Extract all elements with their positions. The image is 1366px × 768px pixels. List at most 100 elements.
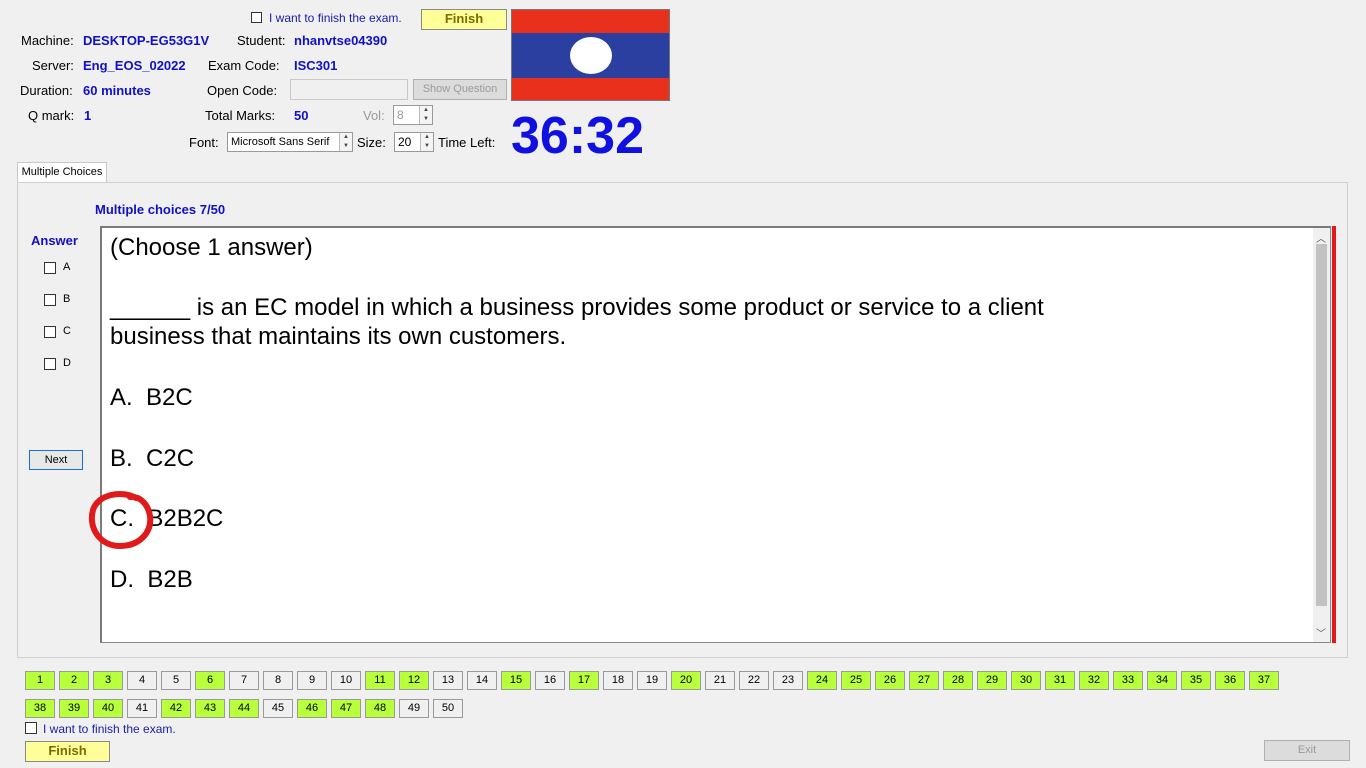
question-nav-button[interactable]: 30 <box>1011 671 1041 690</box>
question-nav-button[interactable]: 45 <box>263 699 293 718</box>
question-nav-button[interactable]: 44 <box>229 699 259 718</box>
question-nav-button[interactable]: 11 <box>365 671 395 690</box>
question-nav-button[interactable]: 29 <box>977 671 1007 690</box>
size-stepper[interactable]: 20 ▲ ▼ <box>394 132 434 152</box>
font-selector[interactable]: Microsoft Sans Serif ▲ ▼ <box>227 132 353 152</box>
vol-stepper[interactable]: 8 ▲ ▼ <box>393 105 433 125</box>
tab-multiple-choices[interactable]: Multiple Choices <box>17 162 107 183</box>
font-value: Microsoft Sans Serif <box>231 136 330 148</box>
question-nav-button[interactable]: 40 <box>93 699 123 718</box>
question-nav-button[interactable]: 48 <box>365 699 395 718</box>
question-nav-button[interactable]: 25 <box>841 671 871 690</box>
spinner-arrows-icon[interactable]: ▲ ▼ <box>420 133 433 151</box>
question-nav-button[interactable]: 26 <box>875 671 905 690</box>
question-nav-button[interactable]: 23 <box>773 671 803 690</box>
show-question-button[interactable]: Show Question <box>413 79 507 100</box>
question-nav-button[interactable]: 50 <box>433 699 463 718</box>
option-a-text: B2C <box>146 384 193 411</box>
question-nav-button[interactable]: 31 <box>1045 671 1075 690</box>
size-value: 20 <box>398 135 412 149</box>
spinner-arrows-icon[interactable]: ▲ ▼ <box>339 133 352 151</box>
question-nav-button[interactable]: 2 <box>59 671 89 690</box>
question-nav-button[interactable]: 43 <box>195 699 225 718</box>
size-label: Size: <box>357 135 386 150</box>
exit-button[interactable]: Exit <box>1264 740 1350 761</box>
next-button[interactable]: Next <box>29 450 83 470</box>
flag-red-bottom-stripe <box>512 78 669 100</box>
open-code-label: Open Code: <box>207 83 278 98</box>
question-nav-button[interactable]: 1 <box>25 671 55 690</box>
finish-exam-checkbox-top[interactable] <box>251 12 262 23</box>
answer-checkbox-c[interactable] <box>44 326 56 338</box>
finish-button-bottom[interactable]: Finish <box>25 741 110 762</box>
question-nav-button[interactable]: 24 <box>807 671 837 690</box>
time-left-value: 36:32 <box>511 107 644 165</box>
question-nav-button[interactable]: 38 <box>25 699 55 718</box>
finish-exam-checkbox-bottom[interactable] <box>25 722 37 734</box>
question-nav-button[interactable]: 7 <box>229 671 259 690</box>
question-nav-button[interactable]: 27 <box>909 671 939 690</box>
question-nav-button[interactable]: 21 <box>705 671 735 690</box>
duration-label: Duration: <box>20 83 73 98</box>
flag-white-circle <box>570 37 612 74</box>
answer-heading: Answer <box>31 233 78 248</box>
answer-checkbox-d[interactable] <box>44 358 56 370</box>
question-text-line1: ______ is an EC model in which a busines… <box>110 294 1044 321</box>
question-nav-button[interactable]: 3 <box>93 671 123 690</box>
answer-label-b: B <box>63 293 71 305</box>
question-nav-button[interactable]: 47 <box>331 699 361 718</box>
question-nav-button[interactable]: 4 <box>127 671 157 690</box>
question-nav-button[interactable]: 32 <box>1079 671 1109 690</box>
answer-label-a: A <box>63 261 71 273</box>
vol-value: 8 <box>397 108 404 122</box>
question-nav-button[interactable]: 33 <box>1113 671 1143 690</box>
question-nav-button[interactable]: 13 <box>433 671 463 690</box>
exam-code-value: ISC301 <box>294 58 338 73</box>
question-nav-button[interactable]: 41 <box>127 699 157 718</box>
question-nav-button[interactable]: 14 <box>467 671 497 690</box>
total-marks-value: 50 <box>294 108 309 123</box>
option-d-letter: D. <box>110 566 134 593</box>
question-nav-button[interactable]: 39 <box>59 699 89 718</box>
question-nav-button[interactable]: 16 <box>535 671 565 690</box>
machine-value: DESKTOP-EG53G1V <box>83 33 210 48</box>
scroll-down-icon[interactable]: ﹀ <box>1316 625 1326 640</box>
scrollbar-thumb[interactable] <box>1316 244 1327 606</box>
question-nav-button[interactable]: 42 <box>161 699 191 718</box>
scroll-up-icon[interactable]: ︿ <box>1316 230 1326 245</box>
finish-button-top[interactable]: Finish <box>421 9 507 30</box>
question-nav-button[interactable]: 36 <box>1215 671 1245 690</box>
question-nav-button[interactable]: 18 <box>603 671 633 690</box>
question-nav-button[interactable]: 35 <box>1181 671 1211 690</box>
question-nav-button[interactable]: 49 <box>399 699 429 718</box>
question-nav-button[interactable]: 17 <box>569 671 599 690</box>
question-nav-button[interactable]: 20 <box>671 671 701 690</box>
exam-code-label: Exam Code: <box>208 58 280 73</box>
question-nav-button[interactable]: 6 <box>195 671 225 690</box>
open-code-input[interactable] <box>290 79 408 100</box>
question-nav-button[interactable]: 28 <box>943 671 973 690</box>
vertical-scrollbar[interactable]: ︿ ﹀ <box>1313 228 1330 642</box>
spinner-arrows-icon[interactable]: ▲ ▼ <box>419 106 432 124</box>
question-nav-button[interactable]: 19 <box>637 671 667 690</box>
question-content-box[interactable]: (Choose 1 answer) ______ is an EC model … <box>100 226 1331 643</box>
question-nav-button[interactable]: 15 <box>501 671 531 690</box>
red-edge-bar <box>1332 226 1336 643</box>
question-instruction: (Choose 1 answer) <box>110 234 313 261</box>
answer-checkbox-a[interactable] <box>44 262 56 274</box>
question-nav-button[interactable]: 12 <box>399 671 429 690</box>
question-nav-button[interactable]: 34 <box>1147 671 1177 690</box>
question-nav-button[interactable]: 5 <box>161 671 191 690</box>
answer-checkbox-b[interactable] <box>44 294 56 306</box>
question-nav-button[interactable]: 22 <box>739 671 769 690</box>
question-nav-button[interactable]: 37 <box>1249 671 1279 690</box>
server-value: Eng_EOS_02022 <box>83 58 186 73</box>
flag-image <box>511 9 670 101</box>
question-nav-button[interactable]: 8 <box>263 671 293 690</box>
student-label: Student: <box>237 33 286 48</box>
option-c-text: B2B2C <box>147 505 224 532</box>
question-nav-button[interactable]: 46 <box>297 699 327 718</box>
qmark-value: 1 <box>84 108 92 123</box>
question-nav-button[interactable]: 9 <box>297 671 327 690</box>
question-nav-button[interactable]: 10 <box>331 671 361 690</box>
